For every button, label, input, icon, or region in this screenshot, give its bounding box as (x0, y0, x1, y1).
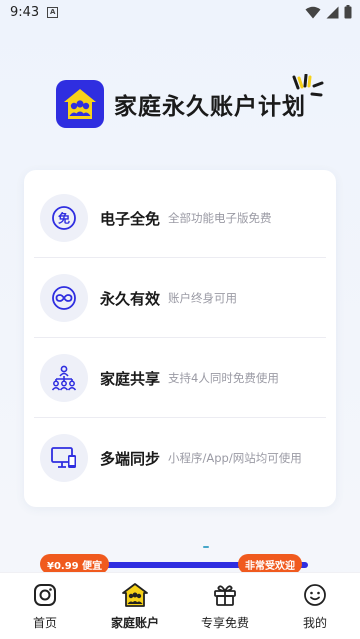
feature-desc: 支持4人同时免费使用 (168, 371, 279, 385)
gift-icon (214, 584, 236, 606)
family-share-icon (40, 354, 88, 402)
feature-title: 家庭共享 (100, 369, 161, 388)
feature-item-permanent: 永久有效 账户终身可用 (24, 258, 336, 338)
feature-card: 免 电子全免 全部功能电子版免费 永久有效 账户终身可用 家庭共享 支持4人同时… (24, 170, 336, 507)
tab-home[interactable]: 首页 (0, 573, 90, 639)
signal-icon (326, 6, 339, 18)
page-title: 家庭永久账户计划 (114, 94, 306, 120)
smiley-icon (304, 583, 326, 606)
wifi-icon (305, 6, 321, 18)
tab-label: 我的 (302, 615, 327, 630)
tab-label: 首页 (32, 615, 57, 630)
feature-desc: 账户终身可用 (168, 291, 237, 305)
feature-desc: 小程序/App/网站均可使用 (168, 451, 302, 465)
sparkle-icon (292, 74, 324, 97)
infinity-icon (40, 274, 88, 322)
family-house-icon (122, 582, 148, 607)
instagram-camera-icon (34, 583, 56, 606)
feature-title: 电子全免 (100, 209, 161, 228)
notification-badge: A (47, 6, 59, 18)
feature-item-family-share: 家庭共享 支持4人同时免费使用 (24, 338, 336, 418)
feature-title: 多端同步 (100, 449, 161, 468)
tab-family-account[interactable]: 家庭账户 (90, 573, 180, 639)
feature-item-electronic-free: 免 电子全免 全部功能电子版免费 (24, 178, 336, 258)
multi-device-icon (40, 434, 88, 482)
status-bar: 9:43 A (0, 0, 360, 24)
bottom-nav: 首页 家庭账户 专享免费 我的 (0, 572, 360, 639)
battery-icon (344, 5, 352, 19)
family-house-icon (56, 80, 104, 128)
popular-tag[interactable]: 非常受欢迎 (238, 554, 302, 574)
decorative-mark (203, 546, 209, 548)
tab-label: 家庭账户 (110, 615, 159, 630)
price-tag[interactable]: ¥0.99 便宜 (40, 554, 110, 574)
tab-exclusive-free[interactable]: 专享免费 (180, 573, 270, 639)
feature-item-multi-device: 多端同步 小程序/App/网站均可使用 (24, 418, 336, 498)
feature-desc: 全部功能电子版免费 (168, 211, 272, 225)
tab-label: 专享免费 (200, 615, 249, 630)
free-icon: 免 (40, 194, 88, 242)
svg-text:免: 免 (58, 211, 70, 226)
feature-title: 永久有效 (100, 289, 161, 308)
status-time: 9:43 (10, 4, 40, 20)
tab-mine[interactable]: 我的 (270, 573, 360, 639)
hero-header: 家庭永久账户计划 (56, 80, 306, 128)
